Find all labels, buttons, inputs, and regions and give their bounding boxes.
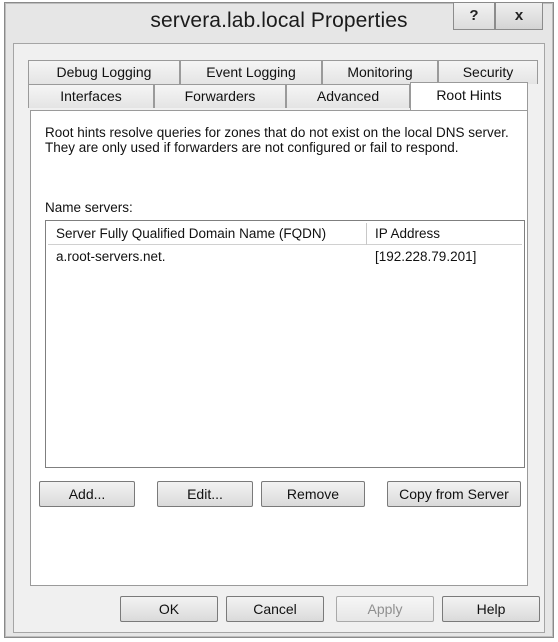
row-ip-address: [192.228.79.201]	[375, 249, 477, 264]
tab-security[interactable]: Security	[438, 60, 538, 84]
name-servers-list[interactable]: Server Fully Qualified Domain Name (FQDN…	[45, 220, 525, 468]
copy-from-server-button[interactable]: Copy from Server	[387, 481, 521, 507]
name-servers-label: Name servers:	[45, 200, 133, 215]
ok-button[interactable]: OK	[120, 596, 218, 622]
close-button[interactable]: x	[495, 3, 543, 30]
add-button[interactable]: Add...	[39, 481, 135, 507]
tab-debug-logging[interactable]: Debug Logging	[28, 60, 180, 84]
help-button[interactable]: Help	[442, 596, 540, 622]
apply-button[interactable]: Apply	[336, 596, 434, 622]
column-divider[interactable]	[366, 223, 367, 245]
edit-button[interactable]: Edit...	[157, 481, 253, 507]
tab-advanced[interactable]: Advanced	[286, 84, 410, 108]
column-header-fqdn[interactable]: Server Fully Qualified Domain Name (FQDN…	[56, 226, 326, 241]
list-header: Server Fully Qualified Domain Name (FQDN…	[48, 223, 522, 245]
table-row[interactable]: a.root-servers.net. [192.228.79.201]	[48, 249, 522, 267]
tab-interfaces[interactable]: Interfaces	[28, 84, 154, 108]
tab-monitoring[interactable]: Monitoring	[322, 60, 438, 84]
tab-event-logging[interactable]: Event Logging	[180, 60, 322, 84]
row-fqdn: a.root-servers.net.	[56, 249, 166, 264]
remove-button[interactable]: Remove	[261, 481, 365, 507]
title-bar[interactable]: servera.lab.local Properties ? x	[5, 3, 553, 43]
root-hints-description: Root hints resolve queries for zones tha…	[45, 125, 509, 155]
dialog-client-area: Debug Logging Event Logging Monitoring S…	[13, 43, 545, 633]
tab-root-hints[interactable]: Root Hints	[410, 82, 528, 110]
properties-dialog: servera.lab.local Properties ? x Debug L…	[4, 2, 554, 638]
help-title-button[interactable]: ?	[453, 3, 495, 30]
root-hints-panel: Root hints resolve queries for zones tha…	[30, 110, 528, 586]
column-header-ip[interactable]: IP Address	[375, 226, 440, 241]
cancel-button[interactable]: Cancel	[226, 596, 324, 622]
tab-forwarders[interactable]: Forwarders	[154, 84, 286, 108]
